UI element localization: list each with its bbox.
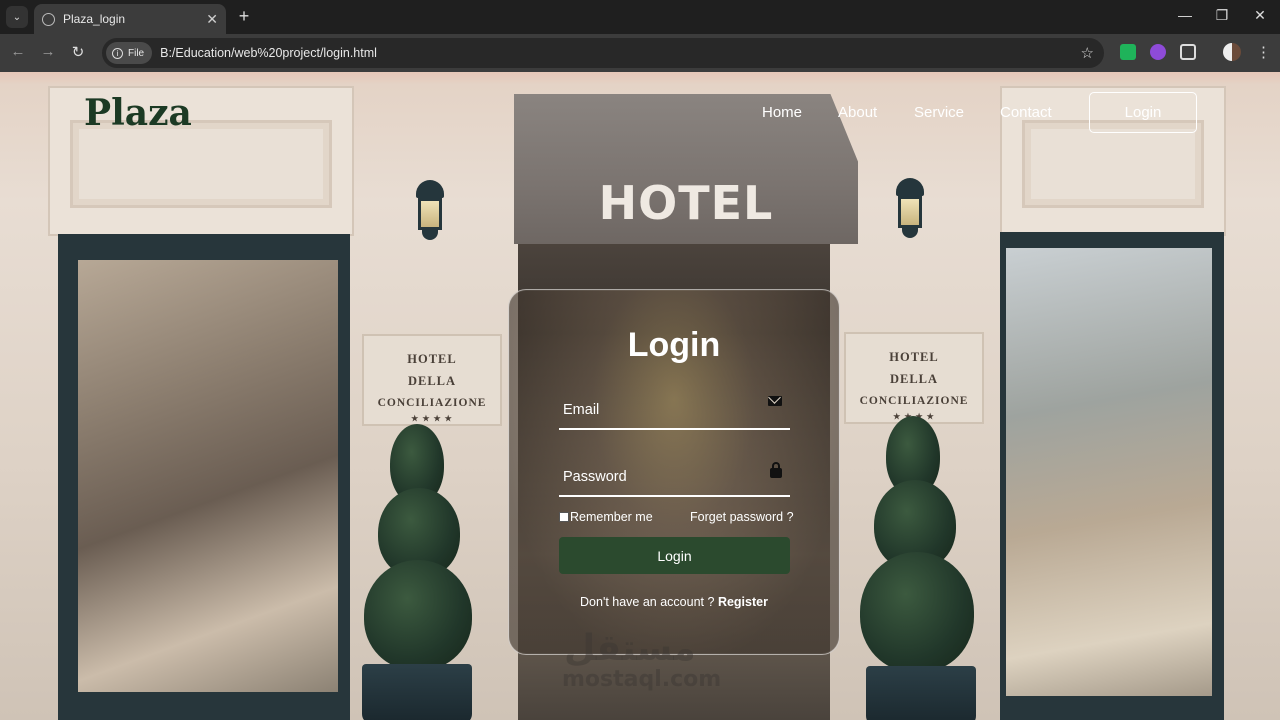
site-logo[interactable]: Plaza — [84, 92, 192, 134]
wall-lamp-right — [888, 178, 932, 240]
forward-button[interactable]: → — [38, 43, 58, 60]
extensions-puzzle-icon[interactable] — [1180, 44, 1196, 60]
lock-icon — [770, 462, 782, 478]
forgot-password-link[interactable]: Forget password ? — [690, 510, 794, 524]
register-link[interactable]: Register — [718, 595, 768, 609]
hotel-plaque-right: HOTEL DELLA CONCILIAZIONE ★ ★ ★ ★ — [844, 332, 984, 424]
minimize-button[interactable]: — — [1175, 7, 1195, 23]
login-title: Login — [627, 326, 721, 364]
shop-window-left-glass — [78, 260, 338, 692]
password-label: Password — [563, 469, 627, 485]
extension-purple-icon[interactable] — [1150, 44, 1166, 60]
browser-tab-bar: ⌄ Plaza_login ✕ + — ❐ ✕ — [0, 0, 1280, 34]
watermark-latin: mostaql.com — [562, 667, 722, 692]
wall-lamp-left — [408, 180, 452, 242]
new-tab-button[interactable]: + — [234, 6, 254, 27]
window-close-button[interactable]: ✕ — [1250, 7, 1270, 24]
login-submit-button[interactable]: Login — [559, 537, 790, 574]
reload-button[interactable]: ↻ — [68, 43, 88, 61]
nav-service[interactable]: Service — [914, 104, 964, 121]
nav-login-button[interactable]: Login — [1089, 92, 1197, 133]
password-field[interactable]: Password — [559, 457, 790, 497]
facade-panel-right — [1022, 120, 1204, 208]
back-button[interactable]: ← — [8, 43, 28, 60]
page-viewport: HOTEL HOTEL DELLA CONCILIAZIONE ★ ★ ★ ★ … — [0, 72, 1280, 720]
shop-window-right-glass — [1006, 248, 1212, 696]
login-card: Login Email Password Remember me Forget … — [508, 289, 840, 655]
email-label: Email — [563, 402, 600, 418]
site-info-chip[interactable]: i File — [106, 42, 153, 64]
watermark-arabic: مستقل — [564, 628, 696, 669]
file-label: File — [128, 47, 145, 59]
awning-text: HOTEL — [598, 176, 774, 230]
tab-search-button[interactable]: ⌄ — [6, 6, 28, 28]
nav-contact[interactable]: Contact — [1000, 104, 1052, 121]
nav-about[interactable]: About — [838, 104, 877, 121]
register-prompt: Don't have an account ? Register — [509, 595, 839, 609]
url-text: B:/Education/web%20project/login.html — [160, 46, 377, 60]
info-icon: i — [112, 47, 123, 59]
maximize-button[interactable]: ❐ — [1212, 7, 1232, 24]
remember-checkbox[interactable] — [559, 512, 569, 522]
tab-title: Plaza_login — [63, 12, 126, 26]
nav-home[interactable]: Home — [762, 104, 802, 121]
register-text: Don't have an account ? — [580, 595, 715, 609]
mail-icon — [768, 396, 782, 406]
watermark: مستقل mostaql.com — [562, 630, 721, 692]
email-field[interactable]: Email — [559, 390, 790, 430]
extension-green-icon[interactable] — [1120, 44, 1136, 60]
globe-icon — [42, 12, 55, 26]
remember-me[interactable]: Remember me — [559, 510, 653, 524]
bookmark-star-icon[interactable]: ☆ — [1081, 44, 1094, 62]
tab-close-icon[interactable]: ✕ — [206, 11, 218, 28]
profile-avatar[interactable] — [1223, 43, 1241, 61]
browser-menu-icon[interactable]: ⋮ — [1256, 43, 1271, 61]
hotel-plaque-left: HOTEL DELLA CONCILIAZIONE ★ ★ ★ ★ — [362, 334, 502, 426]
browser-tab[interactable]: Plaza_login ✕ — [34, 4, 226, 34]
address-bar[interactable]: i File B:/Education/web%20project/login.… — [102, 38, 1104, 68]
remember-label: Remember me — [570, 510, 653, 524]
browser-toolbar: ← → ↻ i File B:/Education/web%20project/… — [0, 34, 1280, 72]
